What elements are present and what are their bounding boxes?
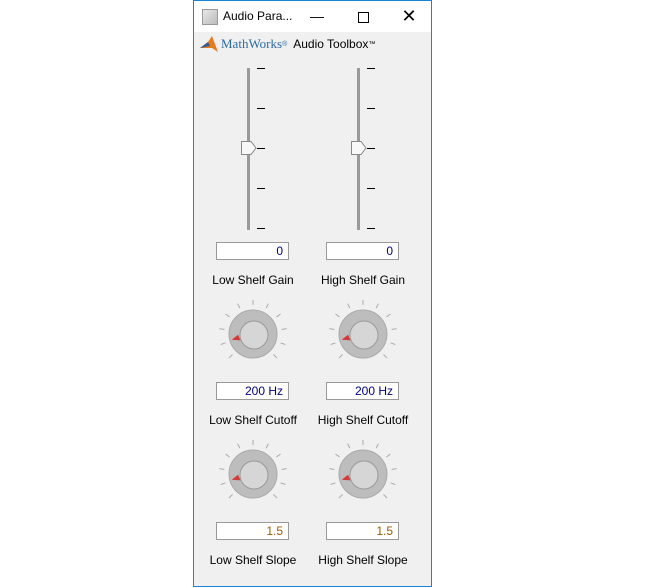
knob-cap: [349, 460, 379, 490]
knob-tick: [280, 342, 286, 345]
slider-tick: [257, 148, 265, 149]
title-bar: Audio Para... — ✕: [194, 1, 431, 32]
knob-tick: [391, 328, 397, 330]
knob-tick: [228, 354, 233, 359]
window-title: Audio Para...: [223, 9, 293, 23]
mathworks-brand: MathWorks ® Audio Toolbox ™: [200, 35, 375, 53]
knob-tick: [330, 342, 336, 345]
trademark-mark: ™: [368, 40, 376, 48]
knob-tick: [219, 328, 225, 330]
slider-tick: [367, 188, 375, 189]
high-shelf-cutoff-field[interactable]: 200 Hz: [326, 382, 399, 400]
slider-tick: [367, 108, 375, 109]
knob-tick: [347, 303, 351, 309]
knob-cap: [239, 320, 269, 350]
knob-tick: [386, 313, 391, 318]
slider-tick: [257, 68, 265, 69]
knob-tick: [335, 313, 340, 318]
knob-tick: [338, 354, 343, 359]
slider-tick: [257, 188, 265, 189]
knob-tick: [273, 354, 278, 359]
low-shelf-cutoff-label: Low Shelf Cutoff: [209, 413, 297, 427]
knob-tick: [280, 482, 286, 485]
knob-tick: [265, 443, 269, 449]
high-shelf-gain-slider[interactable]: [344, 68, 384, 238]
high-shelf-slope-field[interactable]: 1.5: [326, 522, 399, 540]
knob-tick: [276, 453, 281, 458]
knob-tick: [225, 313, 230, 318]
knob-tick: [330, 482, 336, 485]
low-shelf-slope-knob[interactable]: [218, 439, 288, 509]
knob-tick: [347, 443, 351, 449]
low-shelf-cutoff-field[interactable]: 200 Hz: [216, 382, 289, 400]
knob-tick: [375, 303, 379, 309]
knob-tick: [329, 468, 335, 470]
high-shelf-slope-label: High Shelf Slope: [318, 553, 408, 567]
knob-tick: [220, 342, 226, 345]
slider-tick: [367, 68, 375, 69]
low-shelf-slope-field[interactable]: 1.5: [216, 522, 289, 540]
low-shelf-gain-slider[interactable]: [234, 68, 274, 238]
knob-tick: [225, 453, 230, 458]
maximize-button[interactable]: [340, 1, 386, 32]
high-shelf-gain-field[interactable]: 0: [326, 242, 399, 260]
knob-tick: [329, 328, 335, 330]
close-icon: ✕: [401, 6, 417, 26]
mathworks-text: MathWorks: [221, 36, 283, 51]
audio-parameters-window: Audio Para... — ✕ MathWorks ® Audio Toolb…: [193, 0, 432, 587]
low-shelf-cutoff-knob[interactable]: [218, 299, 288, 369]
knob-tick: [338, 494, 343, 499]
close-button[interactable]: ✕: [386, 1, 432, 32]
knob-tick: [390, 342, 396, 345]
knob-tick: [220, 482, 226, 485]
high-shelf-cutoff-label: High Shelf Cutoff: [317, 413, 409, 427]
knob-cap: [239, 460, 269, 490]
slider-thumb[interactable]: [241, 141, 257, 155]
knob-cap: [349, 320, 379, 350]
high-shelf-gain-label: High Shelf Gain: [320, 273, 406, 287]
knob-tick: [273, 494, 278, 499]
registered-mark: ®: [282, 40, 288, 48]
matlab-app-icon: [202, 9, 218, 25]
slider-tick: [367, 148, 375, 149]
slider-tick: [367, 228, 375, 229]
knob-tick: [265, 303, 269, 309]
audio-toolbox-text: Audio Toolbox: [293, 37, 369, 51]
knob-tick: [335, 453, 340, 458]
knob-tick: [386, 453, 391, 458]
knob-tick: [391, 468, 397, 470]
knob-tick: [281, 328, 287, 330]
knob-tick: [375, 443, 379, 449]
maximize-icon: [357, 11, 369, 23]
knob-tick: [237, 443, 241, 449]
knob-tick: [390, 482, 396, 485]
minimize-button[interactable]: —: [294, 1, 340, 32]
slider-thumb[interactable]: [351, 141, 367, 155]
mathworks-logo-icon: [200, 36, 218, 52]
knob-tick: [219, 468, 225, 470]
knob-tick: [237, 303, 241, 309]
knob-tick: [228, 494, 233, 499]
knob-tick: [383, 494, 388, 499]
knob-tick: [276, 313, 281, 318]
high-shelf-slope-knob[interactable]: [328, 439, 398, 509]
slider-tick: [257, 108, 265, 109]
low-shelf-gain-field[interactable]: 0: [216, 242, 289, 260]
minimize-icon: —: [310, 8, 324, 24]
low-shelf-gain-label: Low Shelf Gain: [212, 273, 294, 287]
low-shelf-slope-label: Low Shelf Slope: [209, 553, 297, 567]
high-shelf-cutoff-knob[interactable]: [328, 299, 398, 369]
slider-tick: [257, 228, 265, 229]
knob-tick: [281, 468, 287, 470]
knob-tick: [383, 354, 388, 359]
